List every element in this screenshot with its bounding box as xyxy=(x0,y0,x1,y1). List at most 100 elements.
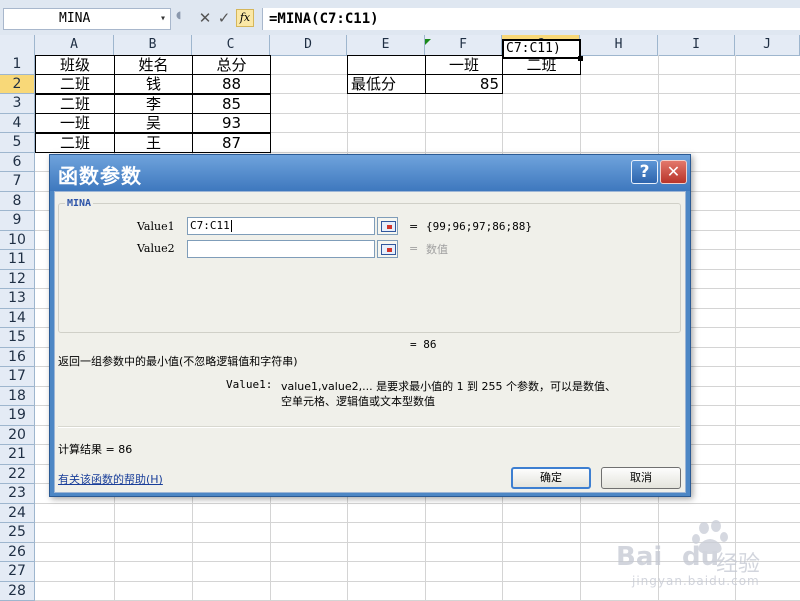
cell-e1[interactable] xyxy=(347,55,426,75)
splitter-handle[interactable]: ◖ xyxy=(176,10,181,21)
dialog-title-bar[interactable]: 函数参数 ? ✕ xyxy=(50,155,690,191)
cell-c3[interactable]: 85 xyxy=(192,94,271,114)
row-header-14[interactable]: 14 xyxy=(0,309,35,329)
row-header-4[interactable]: 4 xyxy=(0,114,35,134)
value2-equals: = xyxy=(409,242,418,255)
row-header-15[interactable]: 15 xyxy=(0,328,35,348)
arguments-group: MINA Value1 C7:C11 = {99;96;97;86;88} Va… xyxy=(58,203,681,333)
cell-c1[interactable]: 总分 xyxy=(192,55,271,75)
value1-input[interactable]: C7:C11 xyxy=(187,217,375,235)
collapse-dialog-button[interactable] xyxy=(377,217,398,235)
arg-help-line2: 空单元格、逻辑值或文本型数值 xyxy=(281,393,435,409)
enter-icon[interactable]: ✓ xyxy=(215,8,233,28)
row-header-23[interactable]: 23 xyxy=(0,484,35,504)
value2-label: Value2 xyxy=(137,242,175,255)
function-arguments-dialog: 函数参数 ? ✕ MINA Value1 C7:C11 = {99;96;97;… xyxy=(49,154,691,497)
fill-handle[interactable] xyxy=(578,56,583,61)
column-header-b[interactable]: B xyxy=(114,35,192,55)
dialog-body: MINA Value1 C7:C11 = {99;96;97;86;88} Va… xyxy=(54,191,686,493)
column-header-i[interactable]: I xyxy=(658,35,735,55)
row-header-10[interactable]: 10 xyxy=(0,231,35,251)
row-header-16[interactable]: 16 xyxy=(0,348,35,368)
help-button[interactable]: ? xyxy=(631,160,658,184)
value1-input-text: C7:C11 xyxy=(190,219,230,232)
row-header-27[interactable]: 27 xyxy=(0,562,35,582)
function-result: = 86 xyxy=(410,338,437,351)
row-header-9[interactable]: 9 xyxy=(0,211,35,231)
watermark-brand2: du xyxy=(682,542,719,572)
insert-function-button[interactable]: fx xyxy=(236,9,254,27)
formula-input[interactable]: =MINA(C7:C11) xyxy=(262,8,800,30)
function-description: 返回一组参数中的最小值(不忽略逻辑值和字符串) xyxy=(58,353,298,369)
cell-c5[interactable]: 87 xyxy=(192,133,271,153)
column-header-f[interactable]: F xyxy=(425,35,502,55)
divider xyxy=(58,426,680,428)
value1-equals: = xyxy=(409,220,418,233)
row-header-21[interactable]: 21 xyxy=(0,445,35,465)
error-indicator-icon xyxy=(425,39,431,45)
row-header-17[interactable]: 17 xyxy=(0,367,35,387)
function-help-link[interactable]: 有关该函数的帮助(H) xyxy=(58,471,163,487)
column-header-j[interactable]: J xyxy=(735,35,800,55)
cell-a5[interactable]: 二班 xyxy=(35,133,115,153)
row-header-26[interactable]: 26 xyxy=(0,543,35,563)
row-header-8[interactable]: 8 xyxy=(0,192,35,212)
column-header-a[interactable]: A xyxy=(35,35,114,55)
value1-result: {99;96;97;86;88} xyxy=(426,220,532,233)
cell-b2[interactable]: 钱 xyxy=(114,74,193,94)
ok-button[interactable]: 确定 xyxy=(511,467,591,489)
active-cell-g2[interactable]: C7:C11) xyxy=(502,39,581,59)
row-header-13[interactable]: 13 xyxy=(0,289,35,309)
cell-b1[interactable]: 姓名 xyxy=(114,55,193,75)
row-header-5[interactable]: 5 xyxy=(0,133,35,153)
cell-a2[interactable]: 二班 xyxy=(35,74,115,94)
select-all-corner[interactable] xyxy=(0,35,35,55)
row-header-22[interactable]: 22 xyxy=(0,465,35,485)
formula-bar: MINA ▾ ◖ ✕ ✓ fx =MINA(C7:C11) xyxy=(0,0,800,36)
cell-b3[interactable]: 李 xyxy=(114,94,193,114)
row-header-3[interactable]: 3 xyxy=(0,94,35,114)
column-header-c[interactable]: C xyxy=(192,35,270,55)
cell-e2[interactable]: 最低分 xyxy=(347,74,426,94)
baidu-watermark: Bai du 经验 jingyan.baidu.com xyxy=(612,520,792,590)
column-header-d[interactable]: D xyxy=(270,35,347,55)
name-box[interactable]: MINA ▾ xyxy=(3,8,171,30)
row-header-1[interactable]: 1 xyxy=(0,55,35,75)
row-header-25[interactable]: 25 xyxy=(0,523,35,543)
function-name: MINA xyxy=(65,198,93,209)
cell-c4[interactable]: 93 xyxy=(192,113,271,133)
cell-b5[interactable]: 王 xyxy=(114,133,193,153)
row-header-20[interactable]: 20 xyxy=(0,426,35,446)
row-header-19[interactable]: 19 xyxy=(0,406,35,426)
dialog-title: 函数参数 xyxy=(58,160,142,189)
cancel-button[interactable]: 取消 xyxy=(601,467,681,489)
value2-input[interactable] xyxy=(187,240,375,258)
arg-help-label: Value1: xyxy=(226,378,272,391)
collapse-dialog-button-2[interactable] xyxy=(377,240,398,258)
watermark-url: jingyan.baidu.com xyxy=(632,574,760,588)
cell-b4[interactable]: 吴 xyxy=(114,113,193,133)
row-header-28[interactable]: 28 xyxy=(0,582,35,601)
row-header-6[interactable]: 6 xyxy=(0,153,35,173)
row-header-7[interactable]: 7 xyxy=(0,172,35,192)
row-header-12[interactable]: 12 xyxy=(0,270,35,290)
cell-f2[interactable]: 85 xyxy=(425,74,503,94)
row-header-11[interactable]: 11 xyxy=(0,250,35,270)
row-header-18[interactable]: 18 xyxy=(0,387,35,407)
name-box-value: MINA xyxy=(59,11,90,26)
cancel-icon[interactable]: ✕ xyxy=(196,8,214,28)
cell-a3[interactable]: 二班 xyxy=(35,94,115,114)
row-header-24[interactable]: 24 xyxy=(0,504,35,524)
chevron-down-icon[interactable]: ▾ xyxy=(160,9,166,29)
close-button[interactable]: ✕ xyxy=(660,160,687,184)
cell-c2[interactable]: 88 xyxy=(192,74,271,94)
value2-result: 数值 xyxy=(426,241,448,257)
cell-a1[interactable]: 班级 xyxy=(35,55,115,75)
calc-result: 计算结果 = 86 xyxy=(58,441,132,457)
row-header-2[interactable]: 2 xyxy=(0,75,35,95)
column-header-h[interactable]: H xyxy=(580,35,658,55)
cell-a4[interactable]: 一班 xyxy=(35,113,115,133)
gridline xyxy=(35,503,800,504)
column-header-e[interactable]: E xyxy=(347,35,425,55)
cell-f1[interactable]: 一班 xyxy=(425,55,503,75)
